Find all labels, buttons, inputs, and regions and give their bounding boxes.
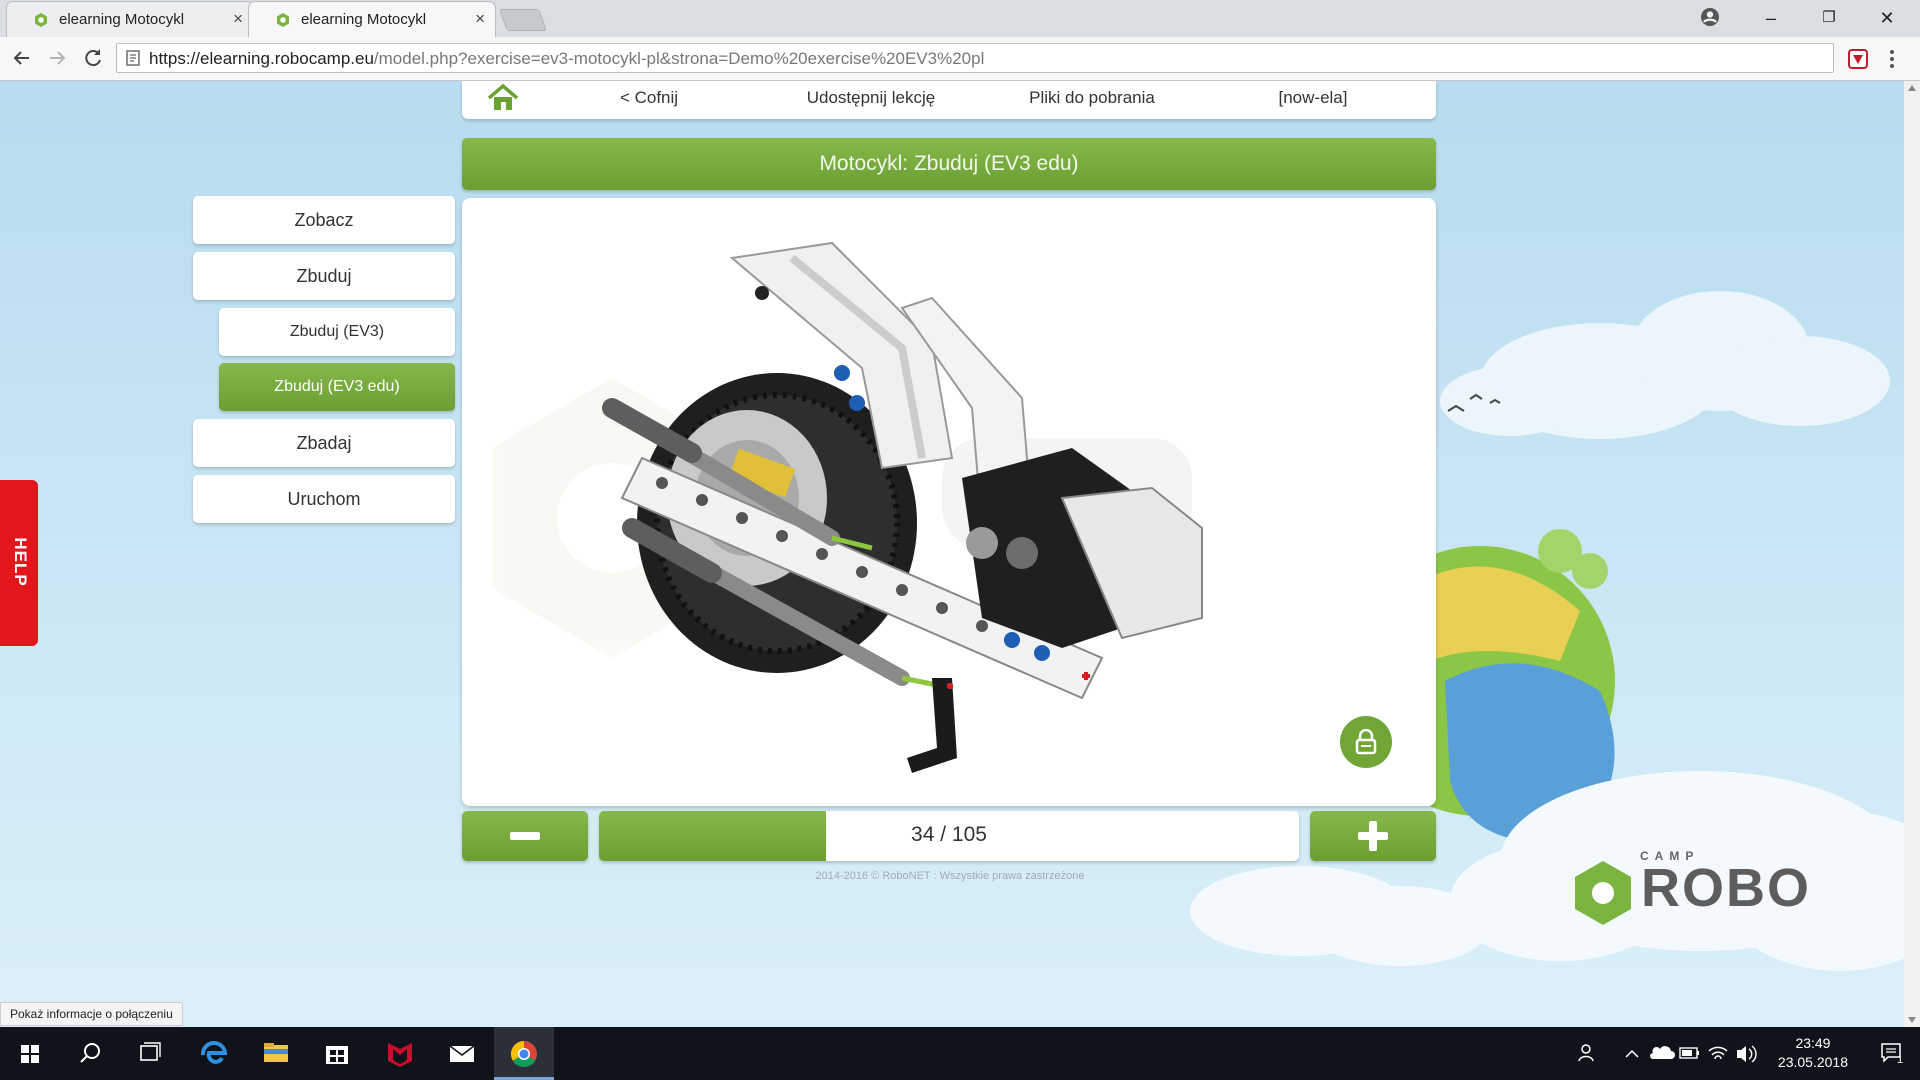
sidebar-item-zobacz[interactable]: Zobacz [193, 196, 455, 244]
plus-icon [1358, 821, 1388, 851]
page-scrollbar[interactable] [1904, 81, 1920, 1027]
scroll-up-icon[interactable] [1908, 85, 1916, 91]
windows-start-icon[interactable] [0, 1027, 60, 1080]
search-icon[interactable] [60, 1027, 120, 1080]
new-tab-button[interactable] [498, 9, 548, 31]
sidebar-item-zbuduj-ev3-edu[interactable]: Zbuduj (EV3 edu) [219, 363, 455, 411]
back-arrow-icon[interactable] [9, 45, 35, 71]
help-tab[interactable]: HELP [0, 480, 38, 646]
wifi-icon[interactable] [1704, 1027, 1732, 1080]
top-navigation: < Cofnij Udostępnij lekcję Pliki do pobr… [462, 81, 1436, 119]
user-link[interactable]: [now-ela] [1213, 88, 1413, 108]
back-link[interactable]: < Cofnij [549, 88, 749, 108]
minimize-button[interactable]: – [1742, 3, 1800, 33]
close-window-button[interactable]: ✕ [1858, 3, 1916, 33]
sidebar-item-zbuduj[interactable]: Zbuduj [193, 252, 455, 300]
extension-shield-icon[interactable] [1847, 48, 1869, 70]
browser-tab-2[interactable]: elearning Motocykl × [248, 1, 496, 37]
lego-motorcycle-model-image [492, 241, 1203, 773]
model-viewer [462, 198, 1436, 806]
store-icon[interactable] [307, 1027, 367, 1080]
previous-step-button[interactable] [462, 811, 588, 861]
browser-toolbar: https://elearning.robocamp.eu/model.php?… [0, 37, 1920, 81]
clouds [1440, 291, 1890, 439]
logo-robo-text: ROBO [1641, 858, 1811, 918]
tab-strip: elearning Motocykl × elearning Motocykl … [0, 0, 1920, 37]
lock-icon [1355, 729, 1377, 755]
show-hidden-icons-icon[interactable] [1618, 1027, 1646, 1080]
sidebar-item-zbuduj-ev3[interactable]: Zbuduj (EV3) [219, 308, 455, 356]
people-icon[interactable] [1574, 1027, 1602, 1080]
robocamp-favicon-icon [35, 13, 47, 27]
battery-icon[interactable] [1676, 1027, 1704, 1080]
system-clock[interactable]: 23:49 23.05.2018 [1778, 1034, 1848, 1072]
url-path: /model.php?exercise=ev3-motocykl-pl&stro… [373, 49, 985, 68]
progress-fill [599, 811, 826, 861]
restore-button[interactable]: ❐ [1800, 3, 1858, 33]
notification-count: 1 [1897, 1054, 1904, 1066]
tab-close-icon[interactable]: × [233, 9, 243, 29]
mail-icon[interactable] [432, 1027, 492, 1080]
copyright-text: 2014-2016 © RoboNET : Wszystkie prawa za… [815, 870, 1085, 882]
step-progress-bar[interactable]: 34 / 105 [599, 811, 1299, 861]
file-explorer-icon[interactable] [246, 1027, 306, 1080]
reload-icon[interactable] [80, 45, 106, 71]
task-view-icon[interactable] [120, 1027, 180, 1080]
scroll-down-icon[interactable] [1908, 1017, 1916, 1023]
lock-view-button[interactable] [1340, 716, 1392, 768]
volume-icon[interactable] [1732, 1027, 1760, 1080]
page-title: Motocykl: Zbuduj (EV3 edu) [462, 138, 1436, 190]
onedrive-cloud-icon[interactable] [1648, 1027, 1676, 1080]
chrome-icon [510, 1040, 537, 1068]
browser-tab-1[interactable]: elearning Motocykl × [6, 1, 254, 37]
tab-title: elearning Motocykl [59, 11, 185, 28]
clock-time: 23:49 [1795, 1035, 1831, 1051]
clock-date: 23.05.2018 [1777, 1054, 1848, 1070]
tab-title: elearning Motocykl [301, 11, 427, 28]
step-counter: 34 / 105 [911, 823, 987, 846]
sidebar-item-zbadaj[interactable]: Zbadaj [193, 419, 455, 467]
page-info-icon[interactable] [125, 50, 141, 66]
menu-kebab-icon[interactable] [1888, 48, 1896, 70]
robocamp-favicon-icon [277, 13, 289, 27]
action-center-button[interactable]: 1 [1866, 1027, 1920, 1080]
home-icon[interactable] [486, 83, 520, 113]
minus-icon [510, 832, 540, 840]
tab-close-icon[interactable]: × [475, 9, 485, 29]
address-bar[interactable]: https://elearning.robocamp.eu/model.php?… [116, 43, 1834, 73]
help-label: HELP [11, 537, 30, 587]
url-text[interactable]: https://elearning.robocamp.eu/model.php?… [149, 49, 984, 69]
windows-taskbar: 23:49 23.05.2018 1 [0, 1027, 1920, 1080]
chrome-taskbar-button[interactable] [494, 1027, 554, 1080]
profile-icon[interactable] [1699, 6, 1721, 28]
edge-browser-icon[interactable] [184, 1027, 244, 1080]
next-step-button[interactable] [1310, 811, 1436, 861]
page-viewport: CAMP ROBO < Cofnij Udostępnij lekcję Pli… [0, 81, 1904, 1027]
url-host: https://elearning.robocamp.eu [149, 49, 374, 68]
sidebar-item-uruchom[interactable]: Uruchom [193, 475, 455, 523]
downloads-link[interactable]: Pliki do pobrania [992, 88, 1192, 108]
share-lesson-link[interactable]: Udostępnij lekcję [771, 88, 971, 108]
mcafee-icon[interactable] [370, 1027, 430, 1080]
forward-arrow-icon[interactable] [44, 45, 70, 71]
connection-info-tooltip: Pokaż informacje o połączeniu [0, 1002, 183, 1026]
